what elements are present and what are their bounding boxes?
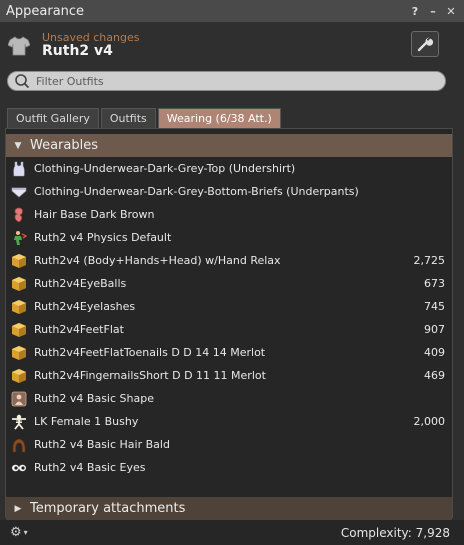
close-icon[interactable]: ✕	[444, 4, 458, 18]
list-item[interactable]: Ruth2 v4 Basic Shape	[6, 387, 452, 410]
item-label: Ruth2v4 (Body+Hands+Head) w/Hand Relax	[34, 254, 281, 267]
outfit-header: Unsaved changes Ruth2 v4	[0, 22, 464, 66]
gear-icon: ⚙	[10, 525, 22, 540]
list-item[interactable]: Ruth2v4Eyelashes 745	[6, 295, 452, 318]
help-icon[interactable]: ?	[408, 4, 422, 18]
hair-icon	[11, 437, 27, 453]
skeleton-icon	[11, 414, 27, 430]
item-complexity: 745	[424, 300, 445, 313]
triangle-down-icon: ▼	[14, 140, 22, 151]
temporary-attachments-accordion[interactable]: ▶ Temporary attachments	[6, 497, 452, 520]
list-item[interactable]: Hair Base Dark Brown	[6, 203, 452, 226]
item-complexity: 409	[424, 346, 445, 359]
wearing-panel: ▼ Wearables Clothing-Underwear-Dark-Grey…	[5, 128, 453, 520]
edit-outfit-button[interactable]	[411, 31, 439, 57]
wrench-icon	[417, 37, 433, 52]
item-label: Clothing-Underwear-Dark-Grey-Bottom-Brie…	[34, 185, 359, 198]
undershirt-icon	[11, 161, 27, 177]
filter-outfits-field[interactable]	[7, 71, 446, 91]
item-label: Hair Base Dark Brown	[34, 208, 155, 221]
wearables-accordion[interactable]: ▼ Wearables	[6, 134, 452, 157]
item-label: Ruth2 v4 Basic Shape	[34, 392, 154, 405]
item-complexity: 469	[424, 369, 445, 382]
temporary-attachments-label: Temporary attachments	[30, 501, 186, 516]
complexity-readout: Complexity: 7,928	[340, 525, 450, 540]
filter-input[interactable]	[34, 73, 438, 89]
item-complexity: 673	[424, 277, 445, 290]
wearing-list: Clothing-Underwear-Dark-Grey-Top (Unders…	[6, 157, 452, 479]
triangle-right-icon: ▶	[14, 503, 22, 514]
shirt-icon	[8, 36, 30, 56]
wearables-label: Wearables	[30, 138, 99, 153]
minimize-icon[interactable]: –	[426, 4, 440, 18]
item-label: Ruth2v4EyeBalls	[34, 277, 127, 290]
outfit-name: Ruth2 v4	[42, 43, 113, 59]
object-box-icon	[11, 322, 27, 338]
item-complexity: 2,000	[413, 415, 446, 428]
shape-icon	[11, 391, 27, 407]
item-label: Clothing-Underwear-Dark-Grey-Top (Unders…	[34, 162, 296, 175]
item-label: Ruth2 v4 Basic Hair Bald	[34, 438, 170, 451]
hair-base-icon	[11, 207, 27, 223]
item-label: Ruth2v4FingernailsShort D D 11 11 Merlot	[34, 369, 266, 382]
item-complexity: 2,725	[413, 254, 446, 267]
object-box-icon	[11, 276, 27, 292]
list-item[interactable]: Ruth2 v4 Basic Eyes	[6, 456, 452, 479]
list-item[interactable]: Ruth2v4FeetFlat 907	[6, 318, 452, 341]
object-box-icon	[11, 253, 27, 269]
list-item[interactable]: Clothing-Underwear-Dark-Grey-Top (Unders…	[6, 157, 452, 180]
tab-wearing[interactable]: Wearing (6/38 Att.)	[157, 108, 281, 128]
tab-outfits[interactable]: Outfits	[100, 108, 156, 128]
chevron-down-icon: ▾	[23, 528, 28, 537]
list-item[interactable]: Clothing-Underwear-Dark-Grey-Bottom-Brie…	[6, 180, 452, 203]
tab-outfit-gallery[interactable]: Outfit Gallery	[7, 108, 99, 128]
item-label: Ruth2 v4 Physics Default	[34, 231, 172, 244]
list-item[interactable]: Ruth2 v4 Physics Default	[6, 226, 452, 249]
options-button[interactable]: ⚙ ▾	[10, 525, 28, 540]
object-box-icon	[11, 299, 27, 315]
item-label: Ruth2v4FeetFlat	[34, 323, 124, 336]
list-item[interactable]: Ruth2v4FeetFlatToenails D D 14 14 Merlot…	[6, 341, 452, 364]
item-label: Ruth2v4Eyelashes	[34, 300, 136, 313]
list-item[interactable]: Ruth2v4FingernailsShort D D 11 11 Merlot…	[6, 364, 452, 387]
window-title: Appearance	[6, 3, 85, 19]
list-item[interactable]: Ruth2v4EyeBalls 673	[6, 272, 452, 295]
list-item[interactable]: Ruth2 v4 Basic Hair Bald	[6, 433, 452, 456]
title-bar: Appearance ? – ✕	[0, 0, 464, 22]
eyes-icon	[11, 460, 27, 476]
search-icon	[15, 74, 30, 89]
tab-bar: Outfit Gallery Outfits Wearing (6/38 Att…	[7, 108, 281, 128]
bottom-bar: ⚙ ▾ Complexity: 7,928	[0, 520, 464, 545]
underpants-icon	[11, 184, 27, 200]
object-box-icon	[11, 345, 27, 361]
item-label: Ruth2v4FeetFlatToenails D D 14 14 Merlot	[34, 346, 266, 359]
item-complexity: 907	[424, 323, 445, 336]
object-box-icon	[11, 368, 27, 384]
physics-icon	[11, 230, 27, 246]
item-label: LK Female 1 Bushy	[34, 415, 139, 428]
list-item[interactable]: Ruth2v4 (Body+Hands+Head) w/Hand Relax 2…	[6, 249, 452, 272]
list-item[interactable]: LK Female 1 Bushy 2,000	[6, 410, 452, 433]
item-label: Ruth2 v4 Basic Eyes	[34, 461, 146, 474]
